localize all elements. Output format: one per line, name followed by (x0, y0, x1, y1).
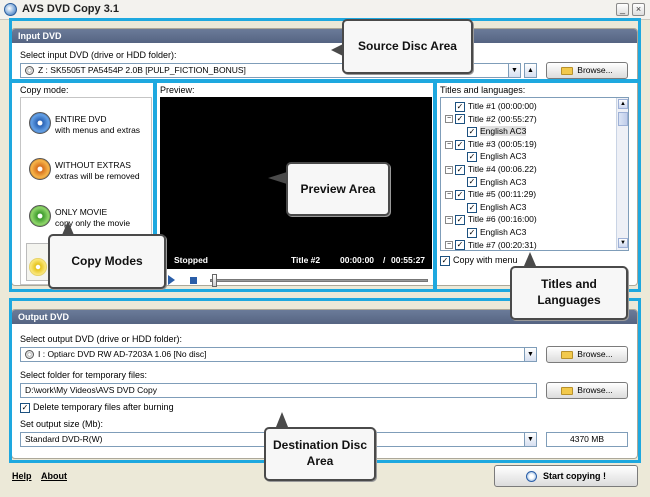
titles-area-highlight (434, 80, 641, 292)
titles-callout-pointer (524, 252, 536, 266)
titles-languages-callout: Titles and Languages (510, 266, 628, 320)
close-button[interactable]: × (632, 3, 645, 16)
copy-modes-callout: Copy Modes (48, 234, 166, 289)
destination-disc-callout: Destination Disc Area (264, 427, 376, 481)
app-logo-icon (4, 3, 17, 16)
title-bar: AVS DVD Copy 3.1 _ × (0, 0, 650, 20)
start-copying-button[interactable]: Start copying ! (494, 465, 638, 487)
help-link[interactable]: Help (12, 471, 32, 481)
copy-modes-callout-pointer (62, 221, 74, 235)
preview-callout-pointer (268, 172, 287, 184)
source-disc-callout: Source Disc Area (342, 19, 473, 74)
start-copying-label: Start copying ! (542, 471, 606, 481)
minimize-button[interactable]: _ (616, 3, 629, 16)
source-area-highlight (9, 18, 641, 82)
source-callout-pointer (331, 44, 343, 56)
preview-area-callout: Preview Area (286, 162, 390, 216)
disc-icon (525, 471, 537, 483)
destination-callout-pointer (276, 412, 288, 427)
about-link[interactable]: About (41, 471, 67, 481)
window-title: AVS DVD Copy 3.1 (22, 3, 119, 15)
